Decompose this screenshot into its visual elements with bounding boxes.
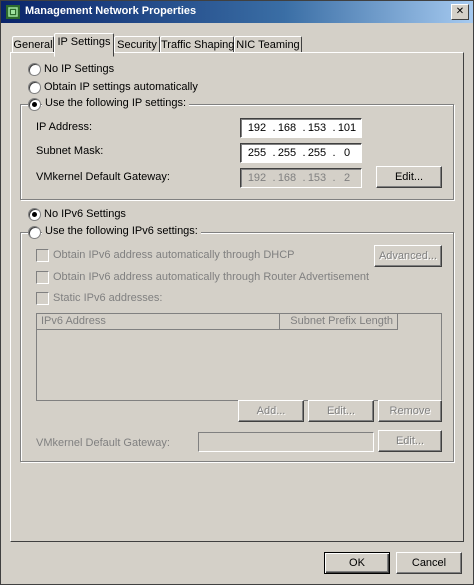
use-static-ip-radio[interactable] bbox=[28, 98, 41, 111]
mask-octet-4: 0 bbox=[343, 147, 351, 159]
subnet-mask-label: Subnet Mask: bbox=[36, 145, 104, 157]
cancel-button[interactable]: Cancel bbox=[396, 552, 462, 574]
ip-octet-1: 192 bbox=[247, 122, 267, 134]
tab-label: Security bbox=[117, 39, 157, 51]
column-subnet-prefix-length[interactable]: Subnet Prefix Length bbox=[280, 314, 398, 330]
close-button[interactable]: ✕ bbox=[451, 4, 469, 20]
edit-ipv6-button[interactable]: Edit... bbox=[308, 400, 374, 422]
ip-octet-3: 153 bbox=[307, 122, 327, 134]
ipv6-gateway-label: VMkernel Default Gateway: bbox=[36, 437, 170, 449]
tab-label: Traffic Shaping bbox=[161, 39, 235, 51]
use-static-ipv6-radio[interactable] bbox=[28, 226, 41, 239]
ipv6-gateway-field bbox=[198, 432, 374, 452]
ipv6-router-adv-label: Obtain IPv6 address automatically throug… bbox=[53, 271, 370, 283]
gw-octet-2: 168 bbox=[277, 172, 297, 184]
no-ipv6-settings-label: No IPv6 Settings bbox=[44, 208, 126, 220]
ipv6-gateway-edit-button[interactable]: Edit... bbox=[378, 430, 442, 452]
vmware-app-icon bbox=[6, 5, 20, 19]
ipv6-address-table[interactable]: IPv6 Address Subnet Prefix Length bbox=[36, 313, 442, 401]
ip-address-label: IP Address: bbox=[36, 121, 93, 133]
ip-address-field[interactable]: 192 . 168 . 153 . 101 bbox=[240, 118, 362, 138]
tab-ip-settings[interactable]: IP Settings bbox=[54, 33, 114, 57]
static-ipv6-checkbox[interactable] bbox=[36, 292, 49, 305]
ip-octet-4: 101 bbox=[337, 122, 357, 134]
ipv6-router-adv-checkbox[interactable] bbox=[36, 271, 49, 284]
window-title: Management Network Properties bbox=[25, 5, 197, 17]
obtain-ip-auto-label: Obtain IP settings automatically bbox=[44, 81, 198, 93]
tab-label: General bbox=[13, 39, 53, 51]
mask-octet-2: 255 bbox=[277, 147, 297, 159]
no-ip-settings-label: No IP Settings bbox=[44, 63, 115, 75]
ipv6-dhcp-label: Obtain IPv6 address automatically throug… bbox=[53, 249, 295, 261]
tab-label: IP Settings bbox=[57, 36, 111, 48]
add-ipv6-button[interactable]: Add... bbox=[238, 400, 304, 422]
remove-ipv6-button[interactable]: Remove bbox=[378, 400, 442, 422]
gw-octet-4: 2 bbox=[343, 172, 351, 184]
ip-octet-2: 168 bbox=[277, 122, 297, 134]
gateway-edit-button[interactable]: Edit... bbox=[376, 166, 442, 188]
title-bar[interactable]: Management Network Properties ✕ bbox=[1, 1, 473, 23]
subnet-mask-field[interactable]: 255 . 255 . 255 . 0 bbox=[240, 143, 362, 163]
default-gateway-field: 192 . 168 . 153 . 2 bbox=[240, 168, 362, 188]
mask-octet-3: 255 bbox=[307, 147, 327, 159]
close-icon: ✕ bbox=[455, 6, 465, 17]
advanced-button[interactable]: Advanced... bbox=[374, 245, 442, 267]
use-static-ip-label: Use the following IP settings: bbox=[42, 97, 190, 109]
static-ipv6-label: Static IPv6 addresses: bbox=[53, 292, 163, 304]
tab-label: NIC Teaming bbox=[236, 39, 300, 51]
default-gateway-label: VMkernel Default Gateway: bbox=[36, 171, 170, 183]
obtain-ip-auto-radio[interactable] bbox=[28, 81, 41, 94]
no-ipv6-settings-radio[interactable] bbox=[28, 208, 41, 221]
use-static-ipv6-label: Use the following IPv6 settings: bbox=[42, 225, 201, 237]
column-ipv6-address[interactable]: IPv6 Address bbox=[37, 314, 280, 330]
no-ip-settings-radio[interactable] bbox=[28, 63, 41, 76]
gw-octet-1: 192 bbox=[247, 172, 267, 184]
ipv6-dhcp-checkbox[interactable] bbox=[36, 249, 49, 262]
mask-octet-1: 255 bbox=[247, 147, 267, 159]
gw-octet-3: 153 bbox=[307, 172, 327, 184]
ok-button[interactable]: OK bbox=[324, 552, 390, 574]
